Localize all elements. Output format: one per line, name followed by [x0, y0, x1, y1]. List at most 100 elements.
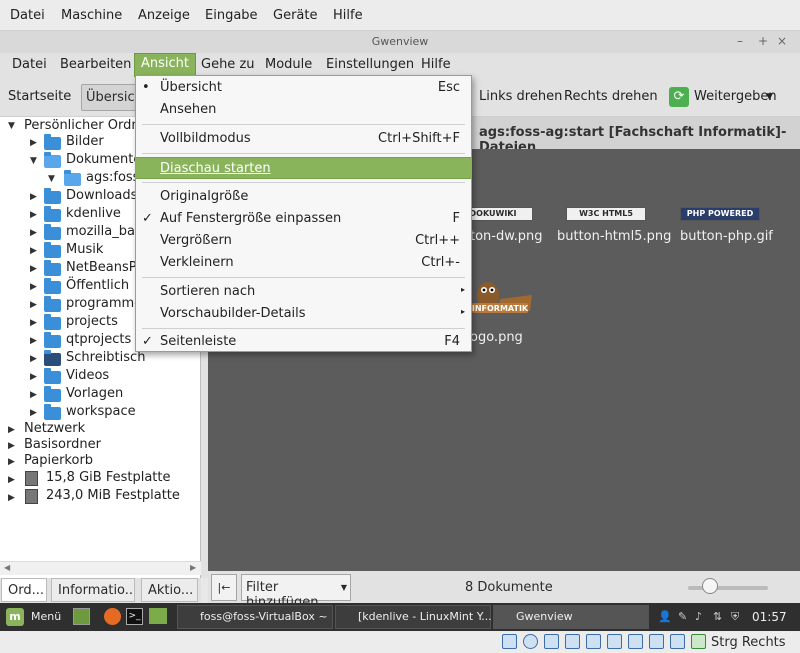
tree-item-musik[interactable]: Musik	[66, 242, 103, 257]
menu-item-sidebar[interactable]: ✓ Seitenleiste F4	[136, 331, 471, 353]
collapse-icon[interactable]: ▶	[30, 372, 37, 382]
thumbnail-label[interactable]: ogo.png	[470, 330, 523, 345]
minimize-button[interactable]: –	[737, 34, 743, 48]
start-page-button[interactable]: Startseite	[8, 89, 71, 104]
network-adapter-icon[interactable]	[628, 634, 643, 649]
tree-item-projects[interactable]: projects	[66, 314, 118, 329]
vbox-menu-hilfe[interactable]: Hilfe	[333, 8, 363, 23]
tab-actions[interactable]: Aktio...	[141, 578, 198, 602]
clock[interactable]: 01:57	[752, 610, 787, 624]
share-dropdown-icon[interactable]: ▼	[766, 92, 773, 102]
thumbnail-html5[interactable]: W3C HTML5	[566, 207, 646, 221]
maximize-button[interactable]: +	[758, 34, 768, 48]
scroll-right-icon[interactable]: ▶	[190, 563, 196, 572]
tree-item-papierkorb[interactable]: Papierkorb	[24, 453, 93, 468]
tree-item-dokumente[interactable]: Dokumente	[66, 152, 141, 167]
sidebar-toggle-button[interactable]: |←	[211, 574, 237, 601]
tree-item-vorlagen[interactable]: Vorlagen	[66, 386, 123, 401]
collapse-icon[interactable]: ▶	[8, 441, 15, 451]
menu-hilfe[interactable]: Hilfe	[421, 57, 451, 72]
collapse-icon[interactable]: ▶	[30, 264, 37, 274]
scroll-left-icon[interactable]: ◀	[4, 563, 10, 572]
tree-item-kdenlive[interactable]: kdenlive	[66, 206, 121, 221]
collapse-icon[interactable]: ▶	[30, 408, 37, 418]
collapse-icon[interactable]: ▶	[8, 457, 15, 467]
firefox-icon[interactable]	[104, 608, 121, 625]
harddisk-icon[interactable]	[502, 634, 517, 649]
menu-item-overview[interactable]: • Übersicht Esc	[136, 77, 471, 99]
collapse-icon[interactable]: ▶	[30, 318, 37, 328]
menu-item-fit-window[interactable]: ✓ Auf Fenstergröße einpassen F	[136, 208, 471, 230]
tab-information[interactable]: Informatio...	[51, 578, 135, 602]
volume-icon[interactable]: ♪	[695, 610, 702, 623]
collapse-icon[interactable]: ▶	[30, 246, 37, 256]
menu-button[interactable]: Menü	[31, 610, 61, 623]
collapse-icon[interactable]: ▶	[8, 475, 15, 485]
tree-item-netzwerk[interactable]: Netzwerk	[24, 421, 85, 436]
menu-item-original-size[interactable]: Originalgröße	[136, 186, 471, 208]
collapse-icon[interactable]: ▶	[30, 354, 37, 364]
collapse-icon[interactable]: ▶	[30, 336, 37, 346]
shield-icon[interactable]: ⛨	[731, 610, 739, 624]
collapse-icon[interactable]: ▶	[30, 390, 37, 400]
thumbnail-label[interactable]: ton-dw.png	[470, 229, 543, 244]
menu-module[interactable]: Module	[265, 57, 312, 72]
vbox-menu-datei[interactable]: Datei	[10, 8, 45, 23]
files-icon[interactable]	[149, 608, 167, 624]
tree-item-oeffentlich[interactable]: Öffentlich	[66, 278, 129, 293]
tree-item-qtprojects[interactable]: qtprojects	[66, 332, 131, 347]
collapse-icon[interactable]: ▶	[30, 282, 37, 292]
collapse-icon[interactable]: ▶	[8, 493, 15, 503]
mouse-integration-icon[interactable]	[691, 634, 706, 649]
vbox-menu-geraete[interactable]: Geräte	[273, 8, 317, 23]
tab-folders[interactable]: Ord...	[1, 578, 47, 602]
vbox-menu-eingabe[interactable]: Eingabe	[205, 8, 258, 23]
vbox-menu-maschine[interactable]: Maschine	[61, 8, 122, 23]
tree-item-videos[interactable]: Videos	[66, 368, 109, 383]
expand-icon[interactable]: ▼	[8, 121, 15, 131]
close-button[interactable]: ×	[777, 34, 787, 48]
thumbnail-label[interactable]: button-php.gif	[680, 229, 773, 244]
user-icon[interactable]: 👤	[658, 610, 672, 623]
tree-root[interactable]: Persönlicher Ordner	[24, 118, 153, 133]
tree-item-disk-1[interactable]: 15,8 GiB Festplatte	[46, 470, 170, 485]
share-button[interactable]: Weitergeben	[694, 89, 777, 104]
shared-folder-icon[interactable]	[586, 634, 601, 649]
tree-item-mozilla[interactable]: mozilla_bac	[66, 224, 142, 239]
pen-icon[interactable]: ✎	[678, 610, 687, 623]
collapse-icon[interactable]: ▶	[30, 192, 37, 202]
expand-icon[interactable]: ▼	[48, 174, 55, 184]
network-icon[interactable]: ⇅	[713, 610, 722, 623]
menu-ansicht[interactable]: Ansicht	[134, 53, 197, 77]
menu-gehe-zu[interactable]: Gehe zu	[201, 57, 255, 72]
optical-drive-icon[interactable]	[523, 634, 538, 649]
logo-thumbnail[interactable]: INFORMATIK	[470, 277, 536, 323]
sidebar-hscrollbar[interactable]: ◀ ▶	[0, 561, 201, 575]
zoom-slider-track[interactable]	[688, 586, 768, 590]
zoom-slider-handle[interactable]	[702, 578, 718, 594]
collapse-icon[interactable]: ▶	[30, 228, 37, 238]
tree-item-bilder[interactable]: Bilder	[66, 134, 104, 149]
menu-item-fullscreen[interactable]: Vollbildmodus Ctrl+Shift+F	[136, 128, 471, 150]
tree-item-basisordner[interactable]: Basisordner	[24, 437, 101, 452]
menu-item-sort-by[interactable]: Sortieren nach ▸	[136, 281, 471, 303]
tree-item-ags-foss[interactable]: ags:foss	[86, 170, 139, 185]
menu-bearbeiten[interactable]: Bearbeiten	[60, 57, 131, 72]
audio-icon[interactable]	[544, 634, 559, 649]
tree-item-schreibtisch[interactable]: Schreibtisch	[66, 350, 145, 365]
menu-item-zoom-out[interactable]: Verkleinern Ctrl+-	[136, 252, 471, 274]
tree-item-netbeans[interactable]: NetBeansPr	[66, 260, 142, 275]
video-capture-icon[interactable]	[649, 634, 664, 649]
tree-item-downloads[interactable]: Downloads	[66, 188, 137, 203]
tree-item-workspace[interactable]: workspace	[66, 404, 136, 419]
mint-menu-icon[interactable]: m	[6, 608, 24, 626]
menu-datei[interactable]: Datei	[12, 57, 47, 72]
thumbnail-label[interactable]: button-html5.png	[557, 229, 671, 244]
tree-item-disk-2[interactable]: 243,0 MiB Festplatte	[46, 488, 180, 503]
cpu-icon[interactable]	[670, 634, 685, 649]
menu-item-zoom-in[interactable]: Vergrößern Ctrl++	[136, 230, 471, 252]
tree-item-programme[interactable]: programme	[66, 296, 142, 311]
terminal-icon[interactable]: >_	[126, 608, 143, 625]
menu-item-view[interactable]: Ansehen	[136, 99, 471, 121]
collapse-icon[interactable]: ▶	[8, 425, 15, 435]
